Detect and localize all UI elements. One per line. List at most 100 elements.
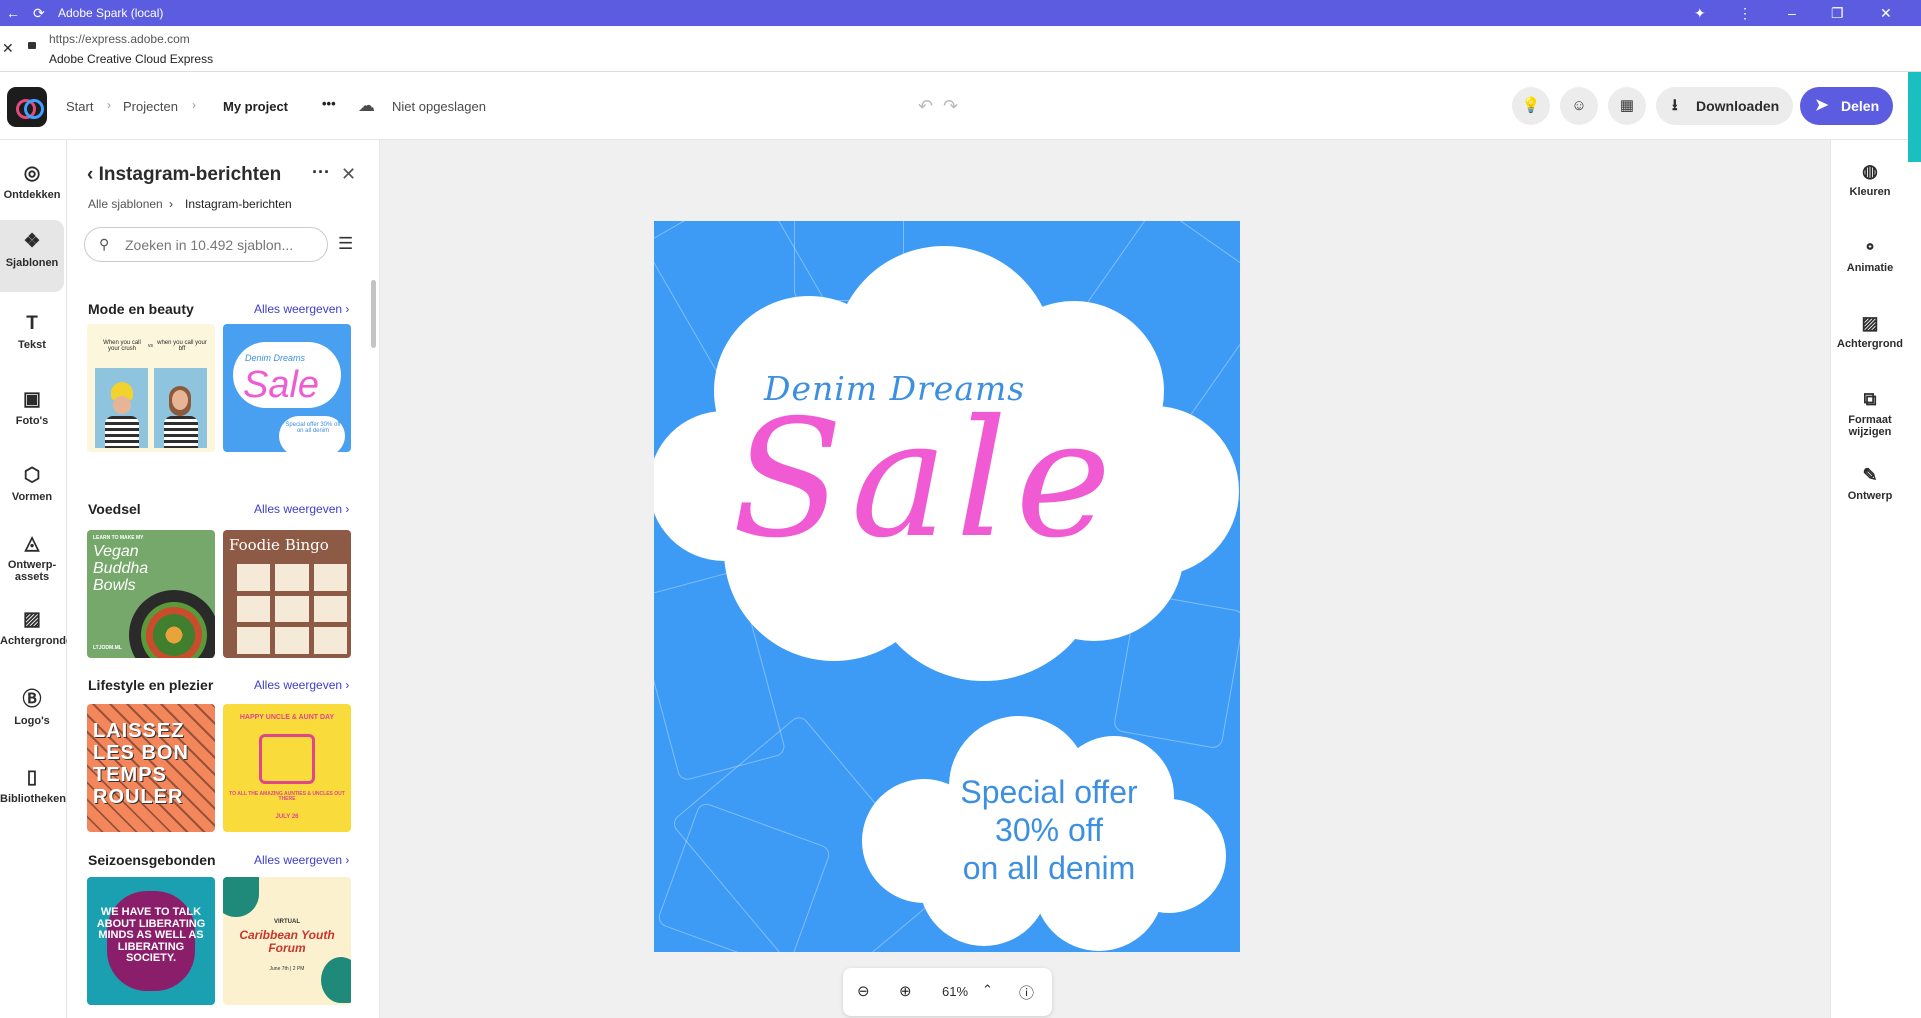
rail-item-libraries[interactable]: ▯ Bibliotheken (0, 766, 66, 805)
share-button[interactable]: ➤ Delen (1800, 87, 1893, 125)
lightbulb-icon[interactable]: 💡 (1512, 87, 1550, 125)
thumb-text: Vegan Buddha Bowls (93, 543, 149, 594)
see-all-label: Alles weergeven (254, 853, 343, 867)
restore-icon[interactable]: ❐ (1831, 4, 1844, 22)
rail-item-shapes[interactable]: ⬡ Vormen (0, 464, 64, 503)
breadcrumb-all-templates[interactable]: Alle sjablonen (88, 197, 163, 211)
panel-more-icon[interactable]: ··· (312, 162, 330, 183)
cc-express-logo-icon[interactable] (7, 87, 47, 127)
rail-item-animation[interactable]: ⚬ Animatie (1831, 236, 1909, 274)
filter-icon[interactable]: ☰ (338, 234, 353, 254)
template-thumbnail[interactable]: LEARN TO MAKE MY Vegan Buddha Bowls LTJO… (87, 530, 215, 658)
thumb-text: VIRTUAL (274, 919, 300, 925)
thumb-text: when you call your bff (157, 340, 207, 352)
design-artboard[interactable]: Denim Dreams Sale Special offer 30% off … (654, 221, 1240, 952)
rail-label: Tekst (18, 339, 46, 351)
share-label: Delen (1841, 98, 1880, 114)
design-sale-headline[interactable]: Sale (732, 399, 1119, 561)
palette-icon: ◍ (1862, 161, 1878, 181)
rail-item-text[interactable]: T Tekst (0, 312, 64, 351)
breadcrumb-start[interactable]: Start (66, 99, 93, 114)
save-status: Niet opgeslagen (392, 99, 486, 114)
template-thumbnail[interactable]: WE HAVE TO TALK ABOUT LIBERATING MINDS A… (87, 877, 215, 1005)
rail-item-design-assets[interactable]: ◬ Ontwerp-assets (0, 532, 64, 583)
zoom-out-icon[interactable]: ⊖ (857, 982, 870, 1000)
rail-label: Kleuren (1849, 186, 1891, 198)
chevron-up-icon[interactable]: ⌃ (982, 982, 993, 998)
panel-title[interactable]: ‹ Instagram-berichten (87, 164, 281, 186)
rail-item-design[interactable]: ✎ Ontwerp (1831, 464, 1909, 502)
invite-user-icon[interactable]: ☺ (1560, 87, 1598, 125)
cloud-icon: ☁ (358, 96, 375, 115)
download-button[interactable]: ⭳ Downloaden (1656, 87, 1793, 125)
close-window-icon[interactable]: ✕ (1880, 4, 1892, 22)
zoom-control: ⊖ ⊕ 61% ⌃ ⓘ (843, 968, 1052, 1016)
template-thumbnail[interactable]: LAISSEZ LES BON TEMPS ROULER (87, 704, 215, 832)
close-icon[interactable]: ✕ (2, 40, 14, 57)
breadcrumb-projects[interactable]: Projecten (123, 99, 178, 114)
download-icon: ⭳ (1672, 97, 1678, 114)
thumb-text: Caribbean Youth Forum (239, 928, 335, 955)
zoom-in-icon[interactable]: ⊕ (899, 982, 912, 1000)
see-all-label: Alles weergeven (254, 502, 343, 516)
search-icon: ⚲ (99, 236, 110, 252)
thumb-text: HAPPY UNCLE & AUNT DAY (239, 714, 335, 721)
rail-item-logos[interactable]: Ⓑ Logo's (0, 688, 64, 727)
undo-icon[interactable]: ↶ (918, 96, 933, 117)
thumb-text: Sale (243, 364, 320, 406)
offer-line: Special offer (960, 774, 1138, 810)
template-thumbnail[interactable]: VIRTUAL Caribbean Youth Forum June 7th |… (223, 877, 351, 1005)
extension-icon[interactable]: ✦ (1694, 4, 1706, 22)
offer-line: 30% off (995, 812, 1103, 848)
zoom-level[interactable]: 61% (942, 984, 968, 999)
reload-icon[interactable]: ⟳ (33, 4, 45, 22)
template-thumbnail[interactable]: HAPPY UNCLE & AUNT DAY TO ALL THE AMAZIN… (223, 704, 351, 832)
info-icon[interactable]: ⓘ (1019, 982, 1034, 1003)
thumb-text: Foodie Bingo (229, 536, 329, 554)
rail-item-backgrounds[interactable]: ▨ Achtergronden (0, 608, 79, 647)
left-rail: ◎ Ontdekken ❖ Sjablonen T Tekst ▣ Foto's ⬡ Vo… (0, 140, 79, 1018)
panel-scrollbar[interactable] (371, 280, 376, 348)
section-title: Seizoensgebonden (88, 852, 216, 868)
chevron-right-icon: › (169, 197, 173, 211)
template-thumbnail[interactable]: Denim Dreams Sale Special offer 30% off … (223, 324, 351, 452)
back-icon[interactable]: ← (6, 4, 20, 22)
send-icon: ➤ (1815, 97, 1829, 114)
breadcrumb-current: Instagram-berichten (185, 197, 292, 211)
see-all-link[interactable]: Alles weergeven › (254, 502, 349, 516)
rail-item-discover[interactable]: ◎ Ontdekken (0, 162, 64, 201)
url-text[interactable]: https://express.adobe.com (49, 32, 190, 46)
template-search-input[interactable]: ⚲ Zoeken in 10.492 sjablon... (84, 227, 328, 262)
download-label: Downloaden (1696, 98, 1780, 114)
see-all-link[interactable]: Alles weergeven › (254, 302, 349, 316)
rail-item-resize[interactable]: ⧉ Formaat wijzigen (1831, 388, 1909, 438)
rail-item-templates[interactable]: ❖ Sjablonen (0, 220, 64, 292)
rail-label: Ontwerp (1847, 490, 1893, 502)
section-title: Mode en beauty (88, 301, 194, 317)
breadcrumb-project-name[interactable]: My project (223, 99, 288, 114)
templates-panel: ‹ Instagram-berichten ··· ✕ Alle sjablon… (67, 140, 403, 1018)
chevron-right-icon: › (107, 98, 111, 112)
redo-icon[interactable]: ↷ (943, 96, 958, 117)
photo-right (154, 368, 207, 448)
rail-item-colors[interactable]: ◍ Kleuren (1831, 160, 1909, 198)
rail-item-photos[interactable]: ▣ Foto's (0, 388, 64, 427)
shapes-icon: ⬡ (23, 465, 41, 486)
app-header: Start › Projecten › My project ••• ☁ Nie… (0, 72, 1908, 140)
thumb-text: Special offer 30% off on all denim (285, 422, 341, 434)
rail-item-background[interactable]: ▨ Achtergrond (1831, 312, 1909, 350)
thumb-text: LAISSEZ LES BON TEMPS ROULER (93, 720, 189, 808)
panel-close-icon[interactable]: ✕ (341, 164, 356, 185)
more-options-icon[interactable]: ••• (322, 96, 336, 111)
thumb-text: WE HAVE TO TALK ABOUT LIBERATING MINDS A… (96, 906, 206, 965)
kebab-menu-icon[interactable]: ⋮ (1738, 4, 1752, 22)
see-all-link[interactable]: Alles weergeven › (254, 853, 349, 867)
calendar-icon[interactable]: ▦ (1608, 87, 1646, 125)
minimize-icon[interactable]: – (1788, 4, 1796, 22)
right-rail: ◍ Kleuren ⚬ Animatie ▨ Achtergrond ⧉ Formaat… (1830, 140, 1908, 1018)
template-thumbnail[interactable]: When you call your crush vs when you cal… (87, 324, 215, 452)
design-offer-text[interactable]: Special offer 30% off on all denim (914, 773, 1184, 887)
template-thumbnail[interactable]: Foodie Bingo (223, 530, 351, 658)
address-bar: ✕ https://express.adobe.com Adobe Creati… (0, 26, 1921, 72)
see-all-link[interactable]: Alles weergeven › (254, 678, 349, 692)
